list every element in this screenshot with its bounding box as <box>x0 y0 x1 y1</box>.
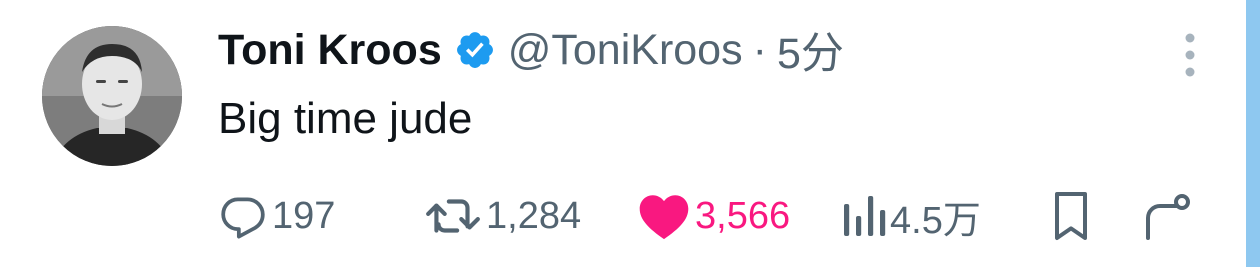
author-handle[interactable]: @ToniKroos <box>508 26 743 75</box>
retweet-count: 1,284 <box>486 194 582 237</box>
bookmark-icon <box>1055 192 1087 240</box>
heart-icon <box>639 195 689 240</box>
tweet-header: Toni Kroos @ToniKroos · 5分 <box>218 19 844 81</box>
views-count: 4.5万 <box>890 199 981 242</box>
profile-photo-icon <box>42 26 182 166</box>
author-display-name[interactable]: Toni Kroos <box>218 26 442 75</box>
tweet-actions: 197 1,284 3,566 4.5万 <box>0 188 1260 244</box>
bookmark-button[interactable] <box>1050 188 1092 244</box>
header-separator: · <box>752 25 767 74</box>
tweet-timestamp[interactable]: 5分 <box>777 19 844 81</box>
retweet-icon <box>426 199 480 233</box>
more-options-icon[interactable] <box>1178 30 1202 80</box>
like-count: 3,566 <box>695 194 791 237</box>
views-button[interactable]: 4.5万 <box>842 188 981 244</box>
like-button[interactable]: 3,566 <box>637 188 790 244</box>
page-edge-strip <box>1246 0 1260 267</box>
reply-count: 197 <box>272 194 336 237</box>
share-button[interactable] <box>1140 188 1192 244</box>
verified-badge-icon[interactable] <box>454 29 496 71</box>
tweet-card[interactable]: Toni Kroos @ToniKroos · 5分 Big time jude… <box>0 0 1260 267</box>
author-avatar[interactable] <box>42 26 182 166</box>
comment-icon <box>221 197 265 239</box>
retweet-button[interactable]: 1,284 <box>424 188 581 244</box>
bar-chart-icon <box>844 196 886 236</box>
tweet-text: Big time jude <box>218 94 473 143</box>
share-icon <box>1146 194 1190 240</box>
reply-button[interactable]: 197 <box>218 188 335 244</box>
